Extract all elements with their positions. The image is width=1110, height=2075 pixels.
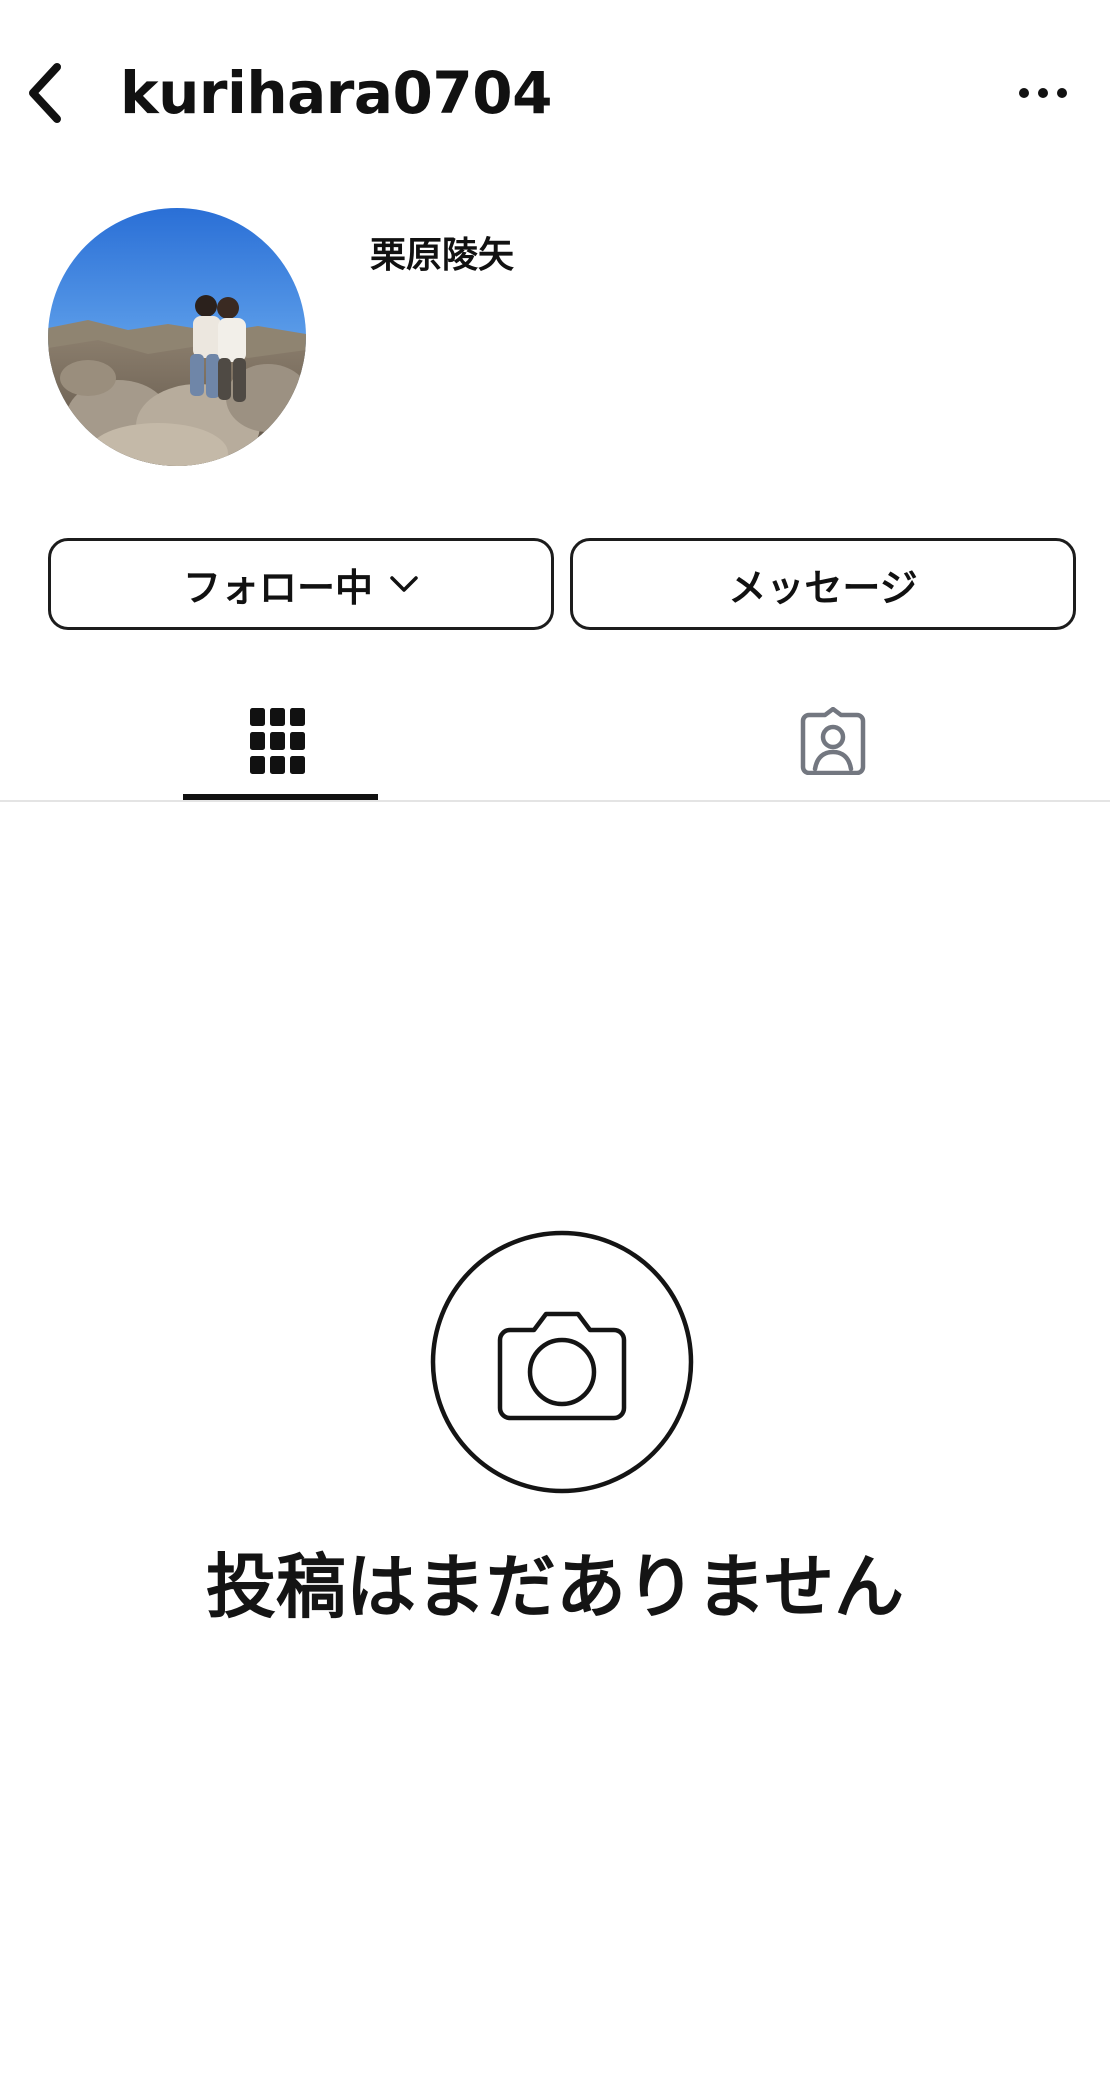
tagged-person-icon [800, 707, 865, 775]
chevron-down-icon [389, 574, 419, 594]
avatar-photo [48, 208, 306, 466]
camera-icon [428, 1228, 696, 1496]
message-button[interactable]: メッセージ [570, 538, 1076, 630]
grid-icon [249, 708, 305, 774]
tab-tagged[interactable] [555, 680, 1110, 802]
message-button-label: メッセージ [728, 565, 918, 610]
tab-posts[interactable] [0, 680, 555, 802]
following-button[interactable]: フォロー中 [48, 538, 554, 630]
empty-posts-message: 投稿はまだありません [206, 1546, 904, 1628]
more-options-button[interactable] [1008, 78, 1078, 108]
profile-header: kurihara0704 [0, 0, 1110, 190]
display-name: 栗原陵矢 [370, 235, 515, 276]
profile-username: kurihara0704 [120, 59, 552, 127]
tabs-divider [0, 800, 1110, 802]
back-button[interactable] [20, 58, 70, 128]
chevron-left-icon [29, 63, 61, 123]
avatar[interactable] [48, 208, 306, 466]
following-button-label: フォロー中 [182, 565, 373, 610]
profile-tabs [0, 680, 1110, 802]
more-horizontal-icon [1019, 88, 1067, 98]
